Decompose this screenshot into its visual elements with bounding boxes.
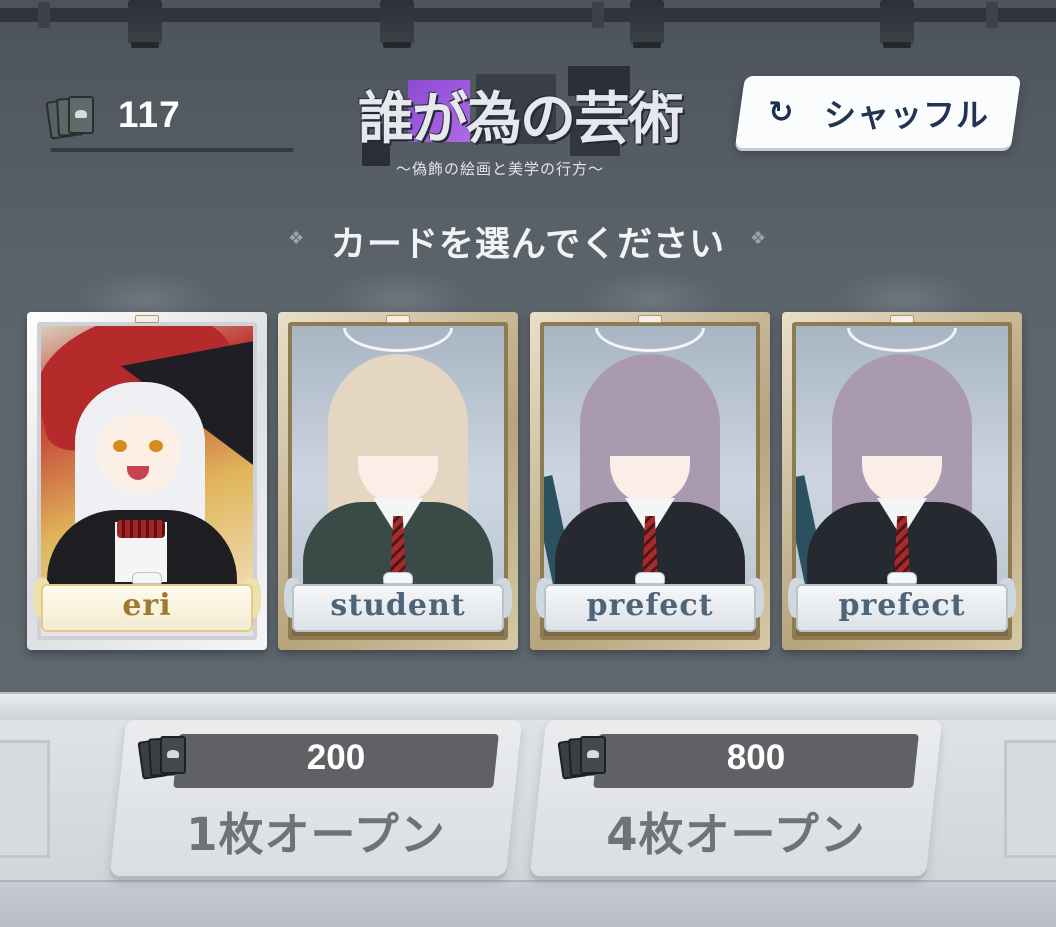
name-ribbon: student [284, 572, 512, 638]
card-name: prefect [586, 588, 714, 623]
card-portrait [292, 326, 504, 610]
card-name: student [330, 588, 466, 623]
side-panel [1004, 740, 1056, 858]
open-label: 1枚オープン [186, 808, 446, 861]
logo-title: 誰が為の芸術 [358, 86, 684, 152]
cost-value: 800 [726, 738, 786, 777]
deck-count: 117 [118, 94, 181, 135]
card-prefect[interactable]: prefect [530, 312, 770, 650]
shelf-base [0, 880, 1056, 927]
open-one-button[interactable]: 200 1枚オープン [109, 720, 523, 876]
shuffle-button[interactable]: ↻ シャッフル [734, 76, 1022, 148]
card-name: eri [122, 588, 172, 623]
card-portrait [544, 326, 756, 610]
name-ribbon: prefect [788, 572, 1016, 638]
card-stack-icon [45, 96, 100, 142]
open-four-button[interactable]: 800 4枚オープン [529, 720, 943, 876]
rail-end [592, 2, 604, 28]
card-portrait [796, 326, 1008, 610]
shuffle-label: シャッフル [824, 96, 990, 134]
rail-clamp [880, 0, 914, 48]
card-prefect[interactable]: prefect [782, 312, 1022, 650]
side-panel [0, 740, 50, 858]
rail-end [986, 2, 998, 28]
card-name: prefect [838, 588, 966, 623]
deck-counter: 117 [45, 92, 296, 152]
rail-end [38, 2, 50, 28]
rail-clamp [630, 0, 664, 48]
open-label: 4枚オープン [606, 808, 866, 861]
event-logo: 誰が為の芸術 〜偽飾の絵画と美学の行方〜 [356, 66, 696, 186]
name-ribbon: eri [33, 572, 261, 638]
card-eri[interactable]: eri [27, 312, 267, 650]
divider [50, 148, 294, 152]
shelf-edge [0, 692, 1056, 720]
card-portrait [41, 326, 253, 610]
card-student[interactable]: student [278, 312, 518, 650]
logo-subtitle: 〜偽飾の絵画と美学の行方〜 [396, 160, 605, 178]
instruction-text: カードを選んでください [330, 225, 726, 265]
rail-clamp [128, 0, 162, 48]
name-ribbon: prefect [536, 572, 764, 638]
rail-clamp [380, 0, 414, 48]
cost-value: 200 [306, 738, 366, 777]
refresh-icon: ↻ [768, 95, 794, 130]
instruction-banner: ❖ カードを選んでください ❖ [288, 214, 768, 265]
ornament-icon: ❖ [750, 228, 767, 249]
